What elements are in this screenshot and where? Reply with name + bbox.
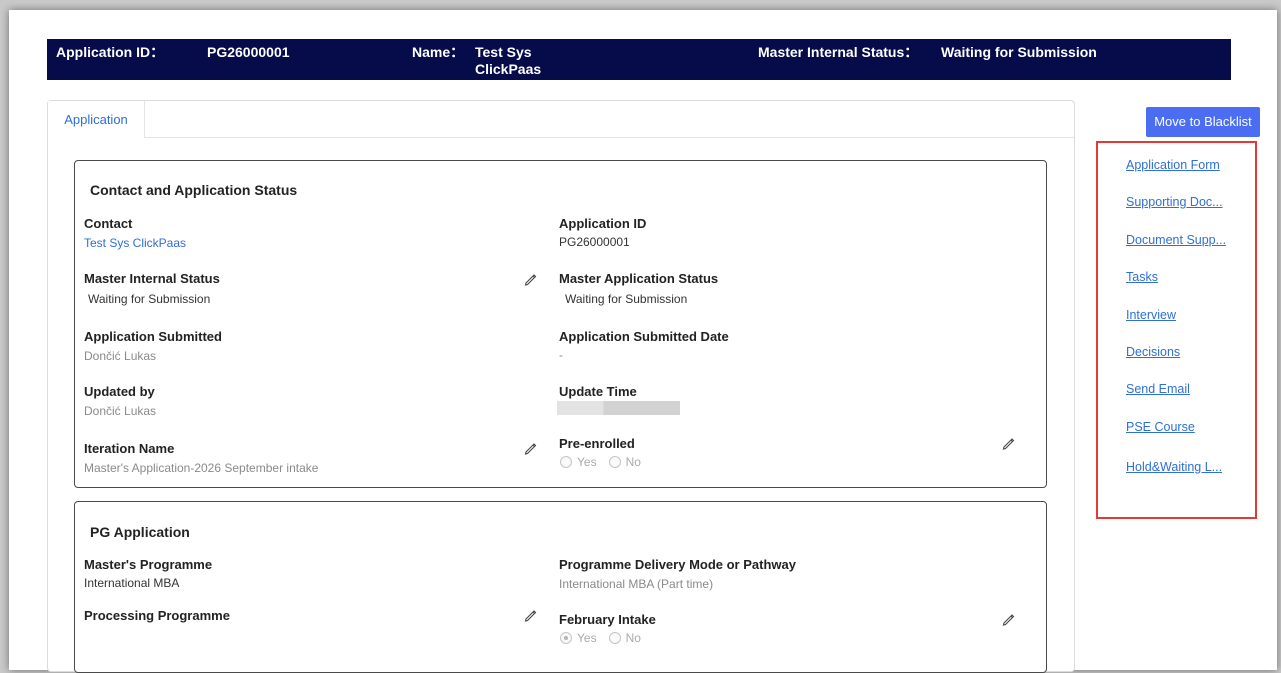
link-send-email[interactable]: Send Email <box>1126 382 1190 396</box>
pre-enrolled-no-option[interactable]: No <box>608 455 641 469</box>
application-id-label: Application ID <box>559 216 647 231</box>
master-internal-status-value: Waiting for Submission <box>88 292 211 306</box>
masters-programme-value: International MBA <box>84 576 180 590</box>
radio-icon <box>608 456 621 468</box>
pre-enrolled-yes-option[interactable]: Yes <box>560 455 597 469</box>
february-intake-label: February Intake <box>559 612 656 627</box>
header-name-label: Name： <box>412 44 465 60</box>
february-intake-radio-group: Yes No <box>560 631 653 645</box>
radio-icon <box>560 456 572 468</box>
edit-iteration-name-pencil-icon[interactable] <box>523 441 537 455</box>
radio-icon <box>608 632 621 644</box>
pre-enrolled-yes-label: Yes <box>577 455 597 469</box>
masters-programme-label: Master's Programme <box>84 557 213 572</box>
master-internal-status-label: Master Internal Status <box>84 271 220 286</box>
iteration-name-value: Master's Application-2026 September inta… <box>84 461 319 475</box>
link-document-supplement[interactable]: Document Supp... <box>1126 233 1226 247</box>
february-intake-no-label: No <box>625 631 641 645</box>
master-application-status-value: Waiting for Submission <box>565 292 688 306</box>
update-time-label: Update Time <box>559 384 637 399</box>
edit-processing-programme-pencil-icon[interactable] <box>523 608 537 622</box>
edit-pre-enrolled-pencil-icon[interactable] <box>1001 436 1015 450</box>
header-app-id-value: PG26000001 <box>207 44 290 60</box>
contact-label: Contact <box>84 216 133 231</box>
header-status-label: Master Internal Status： <box>758 44 919 60</box>
link-interview[interactable]: Interview <box>1126 308 1176 322</box>
application-submitted-date-value: - <box>559 348 563 362</box>
pre-enrolled-no-label: No <box>625 455 641 469</box>
application-submitted-value: Dončić Lukas <box>84 349 157 363</box>
edit-internal-status-pencil-icon[interactable] <box>523 272 537 286</box>
pre-enrolled-label: Pre-enrolled <box>559 436 635 451</box>
link-decisions[interactable]: Decisions <box>1126 345 1180 359</box>
link-tasks[interactable]: Tasks <box>1126 270 1158 284</box>
contact-link[interactable]: Test Sys ClickPaas <box>84 236 186 250</box>
master-application-status-label: Master Application Status <box>559 271 719 286</box>
header-name-value-line2: ClickPaas <box>475 61 542 77</box>
february-intake-yes-label: Yes <box>577 631 597 645</box>
processing-programme-label: Processing Programme <box>84 608 230 623</box>
section-title: PG Application <box>90 524 190 540</box>
application-submitted-date-label: Application Submitted Date <box>559 329 729 344</box>
updated-by-label: Updated by <box>84 384 155 399</box>
application-header: Application ID： PG26000001 Name： Test Sy… <box>47 39 1231 80</box>
link-supporting-documents[interactable]: Supporting Doc... <box>1126 195 1223 209</box>
february-intake-no-option[interactable]: No <box>608 631 641 645</box>
pre-enrolled-radio-group: Yes No <box>560 455 653 469</box>
delivery-mode-value: International MBA (Part time) <box>559 577 714 591</box>
application-submitted-label: Application Submitted <box>84 329 222 344</box>
february-intake-yes-option[interactable]: Yes <box>560 631 597 645</box>
updated-by-value: Dončić Lukas <box>84 404 157 418</box>
header-app-id-label: Application ID： <box>56 44 165 60</box>
header-status-value: Waiting for Submission <box>941 44 1097 60</box>
radio-checked-icon <box>560 632 572 644</box>
link-pse-course[interactable]: PSE Course <box>1126 420 1195 434</box>
update-time-redacted-value <box>557 401 680 415</box>
iteration-name-label: Iteration Name <box>84 441 175 456</box>
delivery-mode-label: Programme Delivery Mode or Pathway <box>559 557 796 572</box>
move-to-blacklist-button[interactable]: Move to Blacklist <box>1146 107 1260 137</box>
link-hold-waiting-list[interactable]: Hold&Waiting L... <box>1126 460 1222 474</box>
quick-links-panel: Application Form Supporting Doc... Docum… <box>1096 141 1257 519</box>
section-title: Contact and Application Status <box>90 182 298 198</box>
edit-february-intake-pencil-icon[interactable] <box>1001 612 1015 626</box>
tab-divider <box>48 137 1074 138</box>
link-application-form[interactable]: Application Form <box>1126 158 1220 172</box>
application-id-value: PG26000001 <box>559 235 630 249</box>
header-name-value-line1: Test Sys <box>475 44 532 60</box>
tab-application[interactable]: Application <box>48 101 145 138</box>
